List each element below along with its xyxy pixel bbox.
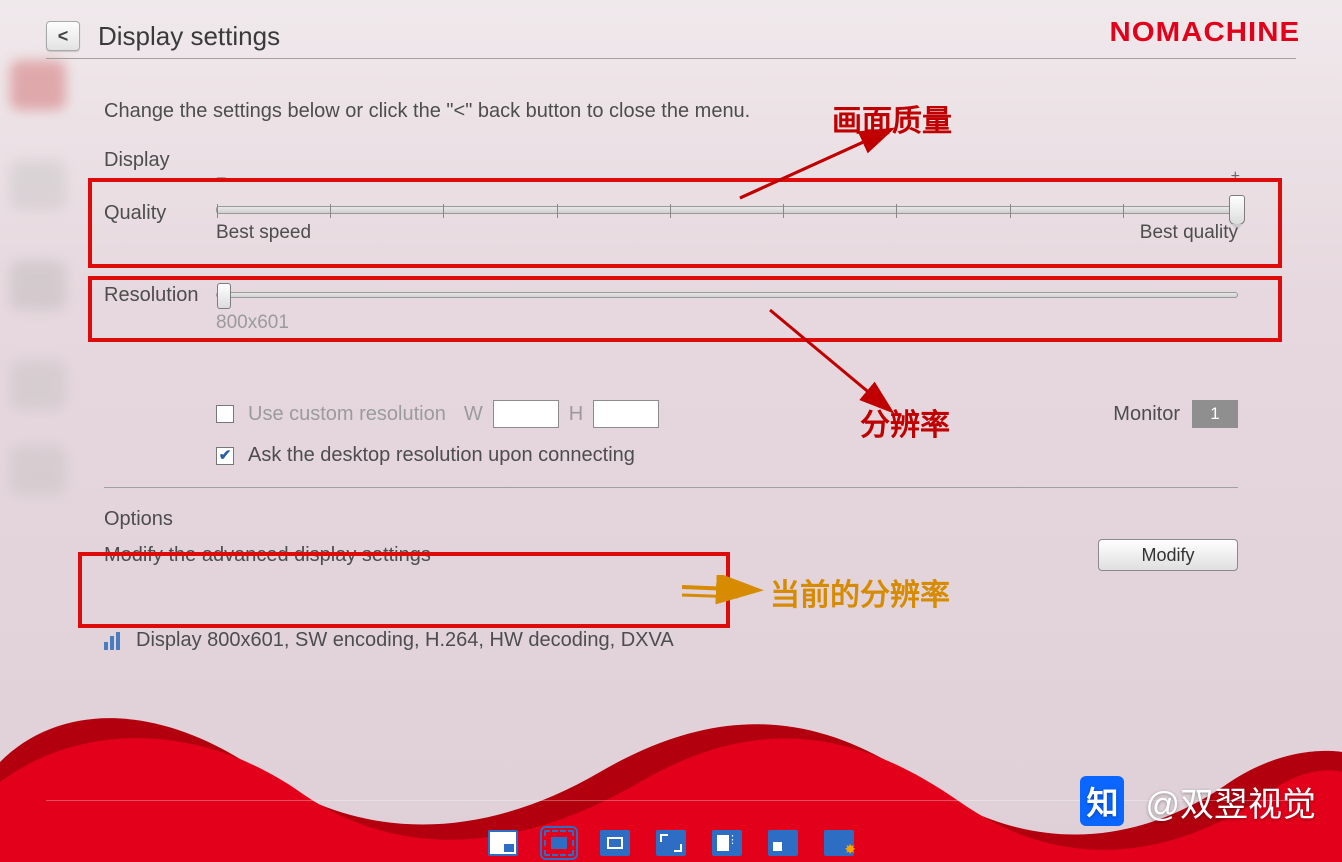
- resolution-slider-thumb[interactable]: [217, 283, 231, 309]
- custom-resolution-label: Use custom resolution: [248, 403, 446, 426]
- ask-resolution-checkbox[interactable]: [216, 447, 234, 465]
- width-label: W: [464, 403, 483, 426]
- scale-icon[interactable]: [768, 830, 798, 856]
- back-button[interactable]: <: [46, 21, 80, 51]
- divider: [104, 487, 1238, 488]
- options-section-label: Options: [104, 508, 1238, 531]
- resize-icon[interactable]: [712, 830, 742, 856]
- quality-label: Quality: [104, 202, 216, 225]
- brand-logo: NOMACHINE: [1110, 16, 1301, 48]
- zhihu-logo-icon: 知: [1075, 774, 1129, 828]
- fit-screen-icon[interactable]: [544, 830, 574, 856]
- display-settings-icon[interactable]: [824, 830, 854, 856]
- height-label: H: [569, 403, 583, 426]
- custom-resolution-checkbox[interactable]: [216, 405, 234, 423]
- background-blur: [0, 50, 70, 550]
- monitor-label: Monitor: [1113, 403, 1180, 426]
- plus-icon: +: [1231, 168, 1240, 186]
- resolution-slider[interactable]: [216, 292, 1238, 298]
- quality-slider[interactable]: − + Best speed Best quality: [216, 186, 1238, 214]
- minus-icon: −: [216, 168, 227, 189]
- display-section-label: Display: [104, 149, 1238, 172]
- quality-right-label: Best quality: [1140, 222, 1238, 244]
- resolution-value: 800x601: [216, 312, 289, 334]
- viewport-icon[interactable]: [488, 830, 518, 856]
- resolution-label: Resolution: [104, 284, 216, 307]
- options-text: Modify the advanced display settings: [104, 544, 431, 567]
- watermark: 知 @双翌视觉: [1075, 774, 1316, 828]
- chevron-left-icon: <: [58, 26, 69, 47]
- modify-button[interactable]: Modify: [1098, 539, 1238, 571]
- ask-resolution-label: Ask the desktop resolution upon connecti…: [248, 444, 635, 467]
- page-title: Display settings: [98, 21, 280, 52]
- height-input[interactable]: [593, 400, 659, 428]
- quality-left-label: Best speed: [216, 222, 311, 244]
- watermark-text: @双翌视觉: [1145, 777, 1316, 826]
- monitor-selector[interactable]: 1: [1192, 400, 1238, 428]
- intro-text: Change the settings below or click the "…: [104, 100, 1238, 123]
- fullscreen-icon[interactable]: [600, 830, 630, 856]
- divider: [46, 58, 1296, 59]
- expand-icon[interactable]: [656, 830, 686, 856]
- width-input[interactable]: [493, 400, 559, 428]
- quality-slider-thumb[interactable]: [1229, 195, 1245, 225]
